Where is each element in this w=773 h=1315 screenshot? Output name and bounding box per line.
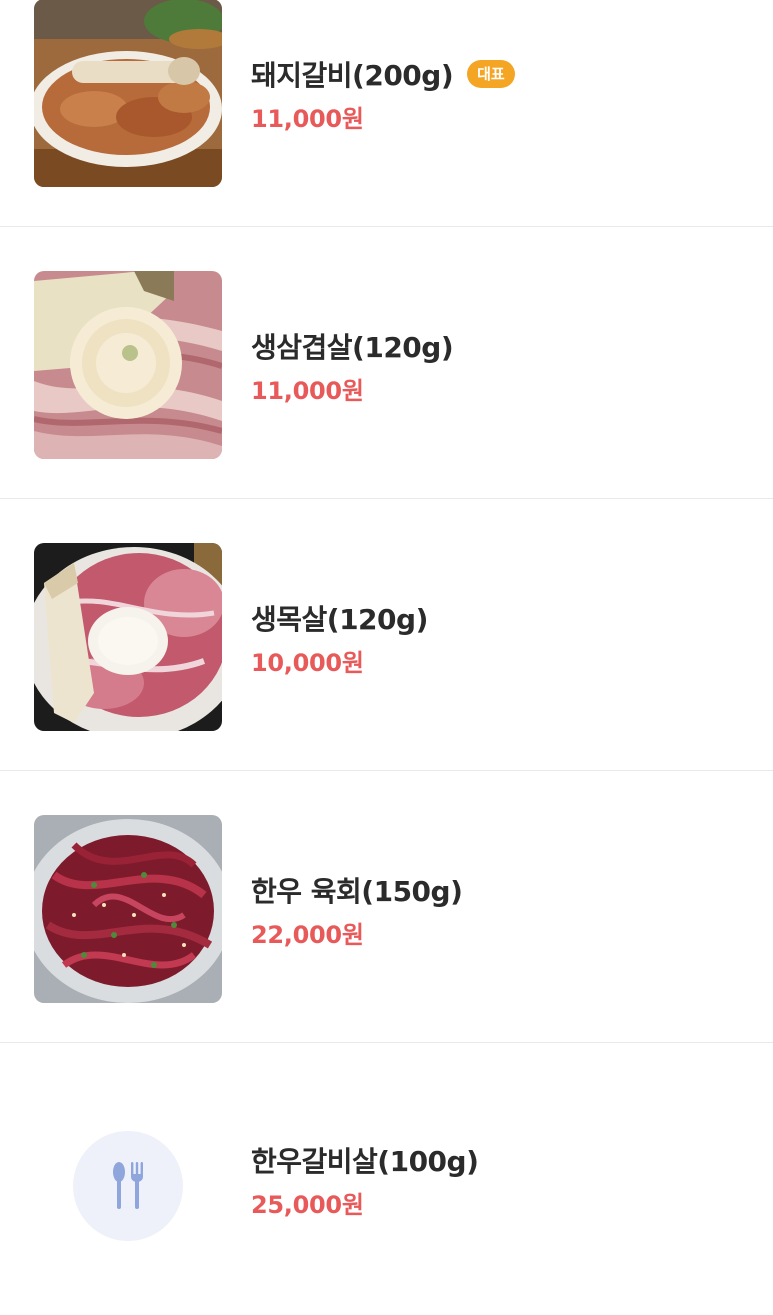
menu-item[interactable]: 돼지갈비(200g) 대표 11,000원 — [0, 0, 773, 227]
utensils-icon — [113, 1162, 143, 1209]
menu-item[interactable]: 한우 육회(150g) 22,000원 — [0, 771, 773, 1043]
menu-list: 돼지갈비(200g) 대표 11,000원 생삼겹살(120g) 11,000원… — [0, 0, 773, 1315]
menu-item-name-row: 한우갈비살(100g) — [251, 1140, 479, 1180]
menu-item-name: 한우 육회(150g) — [251, 875, 463, 908]
menu-item-photo — [34, 815, 222, 1003]
menu-item-price: 11,000원 — [251, 105, 364, 133]
menu-item[interactable]: 한우갈비살(100g) 25,000원 — [0, 1043, 773, 1315]
menu-item-info: 생삼겹살(120g) 11,000원 — [251, 326, 454, 406]
pork-neck-photo — [34, 543, 222, 731]
menu-item-photo — [34, 543, 222, 731]
menu-item-name-row: 생삼겹살(120g) — [251, 326, 454, 366]
menu-item-photo — [34, 271, 222, 459]
menu-item-info: 한우갈비살(100g) 25,000원 — [251, 1140, 479, 1220]
menu-item-name: 한우갈비살(100g) — [251, 1145, 479, 1178]
signature-badge: 대표 — [467, 60, 515, 88]
menu-item-price: 25,000원 — [251, 1191, 364, 1219]
beef-yukhoe-photo — [34, 815, 222, 1003]
menu-item-name-row: 생목살(120g) — [251, 598, 428, 638]
menu-item-info: 돼지갈비(200g) 대표 11,000원 — [251, 54, 515, 134]
menu-item-photo — [34, 0, 222, 187]
menu-item-name: 생삼겹살(120g) — [251, 331, 454, 364]
menu-item-info: 생목살(120g) 10,000원 — [251, 598, 428, 678]
menu-item[interactable]: 생목살(120g) 10,000원 — [0, 499, 773, 771]
menu-item-name-row: 한우 육회(150g) — [251, 870, 463, 910]
pork-galbi-photo — [34, 0, 222, 187]
menu-item-price: 10,000원 — [251, 649, 364, 677]
menu-item-name: 생목살(120g) — [251, 603, 428, 636]
menu-item[interactable]: 생삼겹살(120g) 11,000원 — [0, 227, 773, 499]
menu-item-info: 한우 육회(150g) 22,000원 — [251, 870, 463, 950]
menu-item-price: 11,000원 — [251, 377, 364, 405]
menu-item-name: 돼지갈비(200g) — [251, 59, 454, 92]
pork-belly-photo — [34, 271, 222, 459]
menu-item-price: 22,000원 — [251, 921, 364, 949]
menu-item-photo-placeholder — [73, 1131, 183, 1241]
menu-item-name-row: 돼지갈비(200g) 대표 — [251, 54, 515, 94]
